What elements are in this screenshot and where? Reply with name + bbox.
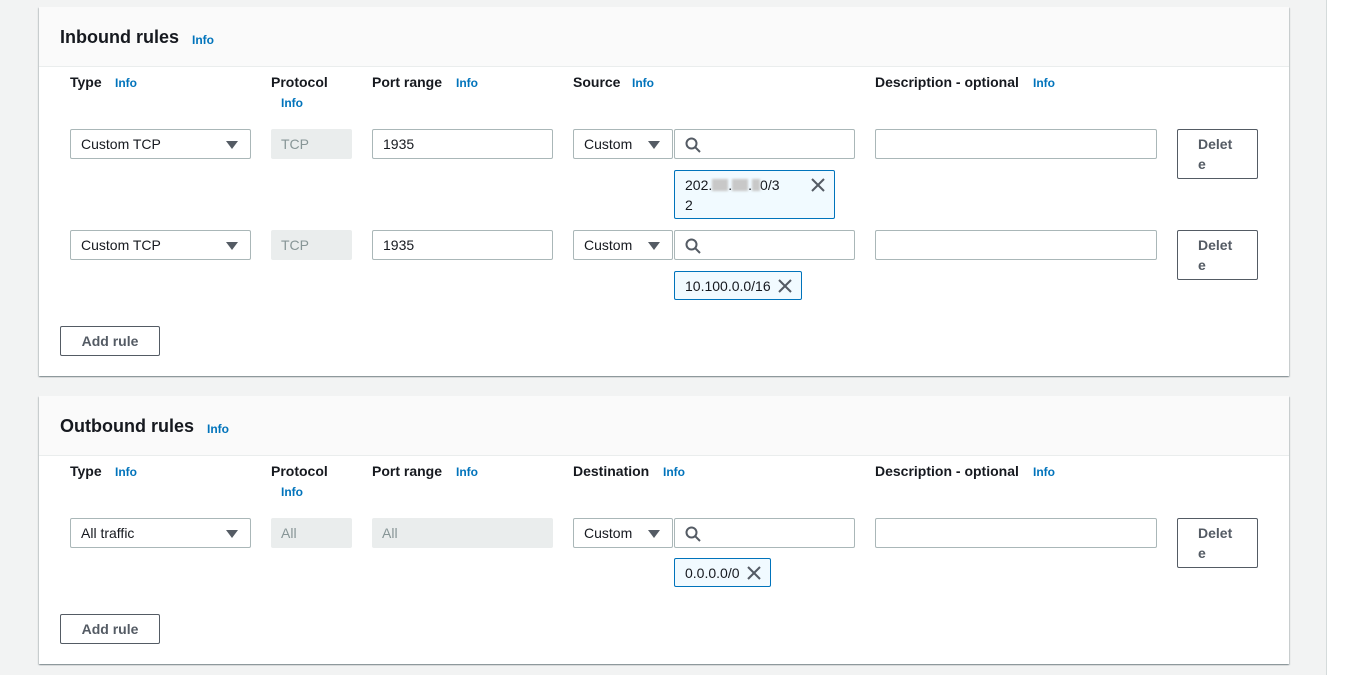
dropdown-caret-icon <box>226 141 238 149</box>
col-source-info-link[interactable]: Info <box>632 76 654 90</box>
cidr-token: 202... 0/3 2 <box>674 170 835 219</box>
remove-token-icon[interactable] <box>810 177 826 193</box>
col-type-label: Type <box>70 74 102 90</box>
rule-type-value: All traffic <box>81 525 135 541</box>
cidr-token: 10.100.0.0/16 <box>674 271 802 300</box>
rule-source-select[interactable]: Custom <box>573 230 673 260</box>
cidr-token-value: 0.0.0.0/0 <box>685 565 740 581</box>
cidr-token-suffix: 0/3 <box>760 177 780 193</box>
rule-cidr-search-input[interactable] <box>674 129 855 159</box>
remove-token-icon[interactable] <box>777 278 793 294</box>
col-port-range-label: Port range <box>372 463 443 479</box>
outbound-rules-info-link[interactable]: Info <box>207 422 229 436</box>
dropdown-caret-icon <box>226 242 238 250</box>
rule-source-value: Custom <box>584 136 633 152</box>
search-icon <box>685 526 701 542</box>
add-outbound-rule-button[interactable]: Add rule <box>60 614 160 644</box>
inbound-rules-title: Inbound rules <box>60 27 179 47</box>
col-protocol-label: Protocol <box>271 463 328 479</box>
col-protocol-info-link[interactable]: Info <box>281 96 303 110</box>
col-source-label: Source <box>573 74 621 90</box>
rule-protocol-field: All <box>271 518 352 548</box>
add-inbound-rule-button[interactable]: Add rule <box>60 326 160 356</box>
col-description-label: Description - optional <box>875 463 1019 479</box>
rule-type-select[interactable]: Custom TCP <box>70 230 251 260</box>
col-port-range-info-link[interactable]: Info <box>456 465 478 479</box>
delete-rule-button[interactable]: Delet e <box>1177 230 1258 280</box>
dropdown-caret-icon <box>226 530 238 538</box>
cidr-token-value: 10.100.0.0/16 <box>685 278 771 294</box>
search-icon <box>685 238 701 254</box>
rule-description-input[interactable] <box>875 518 1157 548</box>
rule-port-range-input[interactable]: 1935 <box>372 129 553 159</box>
col-type-info-link[interactable]: Info <box>115 465 137 479</box>
rule-description-input[interactable] <box>875 129 1157 159</box>
redacted-octet <box>752 179 761 191</box>
rule-port-range-input[interactable]: 1935 <box>372 230 553 260</box>
outbound-rules-header: Outbound rules Info <box>39 396 1289 456</box>
rule-description-input[interactable] <box>875 230 1157 260</box>
cidr-token: 0.0.0.0/0 <box>674 558 771 587</box>
delete-rule-button[interactable]: Delet e <box>1177 129 1258 179</box>
cidr-token-suffix-wrap: 2 <box>685 197 693 213</box>
delete-button-label-b: e <box>1198 545 1206 561</box>
redacted-octet <box>732 179 749 191</box>
dropdown-caret-icon <box>648 242 660 250</box>
col-type-info-link[interactable]: Info <box>115 76 137 90</box>
col-destination-info-link[interactable]: Info <box>663 465 685 479</box>
col-description-label: Description - optional <box>875 74 1019 90</box>
rule-destination-select[interactable]: Custom <box>573 518 673 548</box>
delete-button-label-b: e <box>1198 156 1206 172</box>
dropdown-caret-icon <box>648 530 660 538</box>
rule-protocol-field: TCP <box>271 230 352 260</box>
rule-type-value: Custom TCP <box>81 136 161 152</box>
rule-destination-value: Custom <box>584 525 633 541</box>
dropdown-caret-icon <box>648 141 660 149</box>
col-description-info-link[interactable]: Info <box>1033 76 1055 90</box>
rule-type-select[interactable]: Custom TCP <box>70 129 251 159</box>
redacted-octet <box>712 179 729 191</box>
rule-type-select[interactable]: All traffic <box>70 518 251 548</box>
delete-button-label-a: Delet <box>1198 136 1233 152</box>
inbound-rules-panel: Inbound rules Info Type Info Protocol In… <box>39 7 1289 376</box>
rule-cidr-search-input[interactable] <box>674 518 855 548</box>
rule-source-value: Custom <box>584 237 633 253</box>
delete-rule-button[interactable]: Delet e <box>1177 518 1258 568</box>
delete-button-label-b: e <box>1198 257 1206 273</box>
outbound-rules-title: Outbound rules <box>60 416 194 436</box>
col-type-label: Type <box>70 463 102 479</box>
inbound-rules-header: Inbound rules Info <box>39 7 1289 67</box>
rule-protocol-field: TCP <box>271 129 352 159</box>
inbound-rules-info-link[interactable]: Info <box>192 33 214 47</box>
rule-source-select[interactable]: Custom <box>573 129 673 159</box>
col-port-range-label: Port range <box>372 74 443 90</box>
remove-token-icon[interactable] <box>746 565 762 581</box>
col-protocol-info-link[interactable]: Info <box>281 485 303 499</box>
right-scroll-gutter <box>1326 0 1368 675</box>
rule-type-value: Custom TCP <box>81 237 161 253</box>
rule-port-range-field: All <box>372 518 553 548</box>
outbound-rules-panel: Outbound rules Info Type Info Protocol I… <box>39 396 1289 664</box>
delete-button-label-a: Delet <box>1198 237 1233 253</box>
col-description-info-link[interactable]: Info <box>1033 465 1055 479</box>
rule-cidr-search-input[interactable] <box>674 230 855 260</box>
col-destination-label: Destination <box>573 463 650 479</box>
cidr-token-prefix: 202. <box>685 177 713 193</box>
search-icon <box>685 137 701 153</box>
delete-button-label-a: Delet <box>1198 525 1233 541</box>
col-port-range-info-link[interactable]: Info <box>456 76 478 90</box>
col-protocol-label: Protocol <box>271 74 328 90</box>
